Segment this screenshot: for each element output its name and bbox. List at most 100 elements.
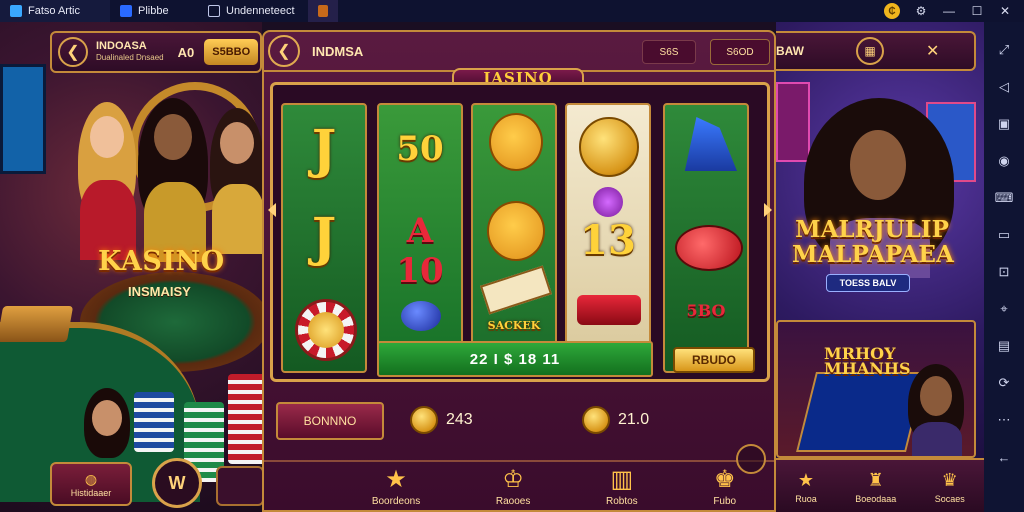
tab-game-label: Undenneteect	[226, 5, 295, 17]
blue-hat-icon	[684, 117, 737, 171]
nav-label-4: Fubo	[713, 495, 737, 507]
balance-1: 243	[410, 406, 473, 434]
floating-action-button[interactable]	[736, 444, 766, 474]
promo-title-line-1: MALRJULIP	[795, 216, 949, 243]
reel-5-symbol-3: 5BO	[686, 301, 726, 320]
reel-4-symbol-2: 13	[580, 217, 636, 264]
folder-icon[interactable]: ▤	[994, 336, 1014, 356]
gamepad-icon[interactable]: ▭	[994, 225, 1014, 245]
reel-1-symbol-1: J	[311, 119, 337, 180]
crown-icon: ♛	[941, 470, 958, 490]
bonus-button[interactable]: BONNNO	[276, 402, 384, 440]
kasino-logo-title: KASINO	[98, 246, 225, 277]
mini-game-card[interactable]: MRHOY MHANHS	[776, 320, 976, 458]
back-icon[interactable]: ←	[994, 447, 1014, 467]
chip-coin-icon	[295, 299, 357, 361]
reel-frame: J J 50 A 10 SACKEK 13 5BO 22 I $ 18 11 R…	[268, 82, 772, 382]
expand-icon[interactable]: ⤢	[994, 40, 1014, 60]
gold-coin-icon	[579, 117, 639, 177]
gift-icon: ♚	[713, 465, 736, 493]
nav-label-2: Raooes	[495, 495, 531, 507]
reel-2-symbol-1: 50	[396, 129, 444, 169]
nav-item-3[interactable]: ▥ Robtos	[606, 465, 638, 507]
game-header-button-1[interactable]: S6S	[642, 40, 696, 64]
game-thumbnail-icon	[318, 5, 328, 17]
reel-5: 5BO	[663, 103, 749, 373]
balance-1-value: 243	[446, 411, 473, 428]
balance-2: 21.0	[582, 406, 649, 434]
location-icon[interactable]: ⌖	[994, 299, 1014, 319]
left-back-button[interactable]: ❮	[58, 37, 88, 67]
gold-coin-icon	[582, 406, 610, 434]
promo-title: MALRJULIP MALPAPAEA	[792, 216, 954, 268]
treasure-sack-icon	[577, 295, 641, 325]
rotate-icon[interactable]: ⟳	[994, 373, 1014, 393]
right-nav-item-2[interactable]: ♜ Boeodaaa	[855, 470, 896, 504]
smiling-face-icon	[487, 201, 545, 261]
left-header-balance[interactable]: S5BBO	[204, 39, 259, 65]
game-header-button-2[interactable]: S6OD	[710, 39, 770, 65]
left-header-bar: ❮ INDOASA Dualinaled Dnsaed A0 S5BBO	[50, 31, 262, 73]
record-icon[interactable]: ◉	[994, 151, 1014, 171]
left-history-button[interactable]: ◍ Histidaaer	[50, 462, 132, 506]
tab-game-thumbnail[interactable]	[308, 0, 338, 22]
kasino-logo-subtitle: INSMAISY	[128, 284, 191, 299]
settings-icon[interactable]: ⚙	[914, 4, 928, 18]
nav-item-1[interactable]: ★ Boordeons	[372, 465, 420, 507]
screenshot-icon[interactable]: ▣	[994, 114, 1014, 134]
right-bottom-nav: ★ Ruoa ♜ Boeodaaa ♛ Socaes	[776, 458, 984, 512]
more-icon[interactable]: ⋯	[994, 410, 1014, 430]
shake-icon[interactable]: ⊡	[994, 262, 1014, 282]
left-round-label: W	[168, 472, 186, 493]
slot-machine-icon: ▥	[610, 465, 634, 493]
cat-face-icon	[489, 113, 543, 171]
star-icon: ★	[385, 465, 407, 493]
close-promo-icon[interactable]: ✕	[926, 41, 939, 61]
balance-row: BONNNO 243 21.0	[270, 394, 770, 444]
nav-item-4[interactable]: ♚ Fubo	[713, 465, 737, 507]
gift-box-icon[interactable]: ▦	[856, 37, 884, 65]
minimize-icon[interactable]: —	[942, 4, 956, 18]
game-title: INDMSA	[312, 43, 364, 59]
history-icon: ◍	[84, 470, 98, 487]
left-extra-button[interactable]	[216, 466, 264, 506]
right-nav-label-1: Ruoa	[795, 494, 817, 504]
maximize-icon[interactable]: ☐	[970, 4, 984, 18]
slot-game-panel: ❮ INDMSA S6S S6OD IASINO J J 50 A 10 SAC…	[262, 30, 776, 512]
nav-item-2[interactable]: ♔ Raooes	[495, 467, 531, 507]
mini-game-board-image	[796, 372, 926, 452]
tab-home-label: Fatso Artic	[28, 5, 80, 17]
keyboard-icon[interactable]: ⌨	[994, 188, 1014, 208]
spin-button[interactable]: RBUDO	[673, 347, 755, 373]
gold-coin-icon	[410, 406, 438, 434]
home-icon	[10, 5, 22, 17]
win-display: 22 I $ 18 11	[377, 341, 653, 377]
slot-monitor-image	[0, 64, 46, 174]
star-icon: ★	[797, 470, 815, 490]
game-bottom-nav: ★ Boordeons ♔ Raooes ▥ Robtos ♚ Fubo	[264, 460, 774, 512]
tab-app[interactable]: Plibbe	[110, 0, 198, 22]
castle-icon: ♜	[867, 470, 884, 490]
tab-game[interactable]: Undenneteect	[198, 0, 308, 22]
left-round-button[interactable]: W	[152, 458, 202, 508]
reel-1: J J	[281, 103, 367, 373]
reel-3-symbol-3: SACKEK	[487, 319, 541, 332]
app-icon	[120, 5, 132, 17]
left-casino-scene: KASINO INSMAISY	[0, 22, 262, 512]
coin-icon[interactable]: ₵	[884, 3, 900, 19]
right-header-title: BAW	[776, 44, 804, 58]
promo-badge[interactable]: TOESS BALV	[826, 274, 910, 292]
right-nav-item-3[interactable]: ♛ Socaes	[935, 470, 965, 504]
left-header-subtitle: Dualinaled Dnsaed	[96, 53, 164, 62]
balance-2-value: 21.0	[618, 411, 650, 428]
left-header-title: INDOASA	[96, 40, 147, 52]
right-nav-item-1[interactable]: ★ Ruoa	[795, 470, 817, 504]
close-icon[interactable]: ✕	[998, 4, 1012, 18]
blue-ball-icon	[401, 301, 441, 331]
volume-icon[interactable]: ◁	[994, 77, 1014, 97]
left-history-label: Histidaaer	[70, 487, 112, 498]
tab-home[interactable]: Fatso Artic	[0, 0, 110, 22]
game-back-button[interactable]: ❮	[268, 35, 300, 67]
right-nav-label-2: Boeodaaa	[855, 494, 897, 504]
purple-gem-icon	[593, 187, 623, 217]
